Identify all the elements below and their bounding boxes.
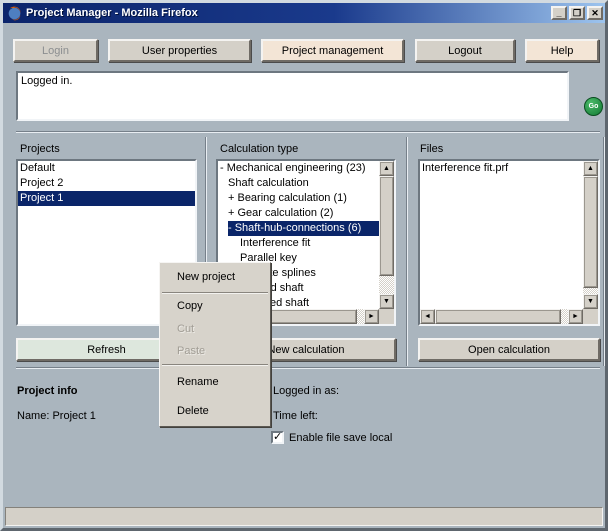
scrollbar-track[interactable]: ▲ ▼ (583, 161, 598, 309)
scrollbar-track[interactable]: ◄ ► (420, 309, 583, 324)
project-management-button[interactable]: Project management (261, 39, 404, 62)
scrollbar-track[interactable]: ▲ ▼ (379, 161, 394, 309)
scrollbar-corner (379, 309, 394, 324)
scrollbar-thumb[interactable] (379, 176, 394, 276)
tree-item[interactable]: Shaft calculation (228, 176, 379, 191)
menu-separator (162, 292, 268, 294)
logout-button[interactable]: Logout (415, 39, 515, 62)
minimize-button[interactable]: _ (551, 6, 567, 20)
context-menu: New project Copy Cut Paste Rename Delete (159, 262, 271, 427)
scrollbar-corner (583, 309, 598, 324)
scroll-down-button[interactable]: ▼ (379, 294, 394, 309)
user-properties-button[interactable]: User properties (108, 39, 251, 62)
scrollbar-thumb[interactable] (583, 176, 598, 288)
calculation-type-label: Calculation type (220, 143, 298, 155)
list-item[interactable]: Project 2 (18, 176, 195, 191)
menu-item-new-project[interactable]: New project (160, 264, 270, 291)
menu-separator (162, 364, 268, 366)
scrollbar-thumb[interactable] (435, 309, 561, 324)
scroll-up-button[interactable]: ▲ (583, 161, 598, 176)
divider (16, 367, 600, 368)
menu-item-cut: Cut (160, 318, 270, 340)
titlebar[interactable]: Project Manager - Mozilla Firefox _ ❐ ✕ (3, 3, 605, 23)
menu-item-paste: Paste (160, 340, 270, 363)
projects-label: Projects (20, 143, 60, 155)
divider (406, 137, 407, 366)
time-left-label: Time left: (273, 410, 318, 422)
close-button[interactable]: ✕ (587, 6, 603, 20)
tree-item[interactable]: + Bearing calculation (1) (228, 191, 379, 206)
project-manager-window: Project Manager - Mozilla Firefox _ ❐ ✕ … (0, 0, 608, 531)
files-label: Files (420, 143, 443, 155)
window-title: Project Manager - Mozilla Firefox (26, 7, 549, 19)
tree-item-selected[interactable]: - Shaft-hub-connections (6) (228, 221, 379, 236)
checkbox-label: Enable file save local (289, 432, 392, 444)
scroll-left-button[interactable]: ◄ (420, 309, 435, 324)
maximize-button[interactable]: ❐ (569, 6, 585, 20)
checkmark-icon: ✓ (273, 431, 282, 443)
menu-item-delete[interactable]: Delete (160, 397, 270, 425)
project-name-text: Name: Project 1 (17, 410, 96, 422)
list-item[interactable]: Default (18, 161, 195, 176)
list-item[interactable]: Interference fit.prf (420, 161, 583, 176)
message-output[interactable]: Logged in. (16, 71, 569, 121)
project-info-heading: Project info (17, 385, 78, 397)
file-save-checkbox[interactable]: ✓ (271, 431, 284, 444)
logged-in-as-label: Logged in as: (273, 385, 339, 397)
login-button: Login (13, 39, 98, 62)
open-calculation-button[interactable]: Open calculation (418, 338, 600, 361)
status-bar (5, 507, 603, 526)
scroll-right-button[interactable]: ► (364, 309, 379, 324)
firefox-icon (7, 6, 22, 21)
divider (16, 131, 600, 132)
files-list: Interference fit.prf ▲ ▼ ◄ ► (418, 159, 600, 326)
tree-item[interactable]: - Mechanical engineering (23) (220, 161, 379, 176)
help-button[interactable]: Help (525, 39, 599, 62)
menu-item-copy[interactable]: Copy (160, 295, 270, 318)
tree-item[interactable]: Interference fit (240, 236, 379, 251)
go-button[interactable]: Go (584, 97, 603, 116)
tree-item[interactable]: + Gear calculation (2) (228, 206, 379, 221)
menu-item-rename[interactable]: Rename (160, 367, 270, 397)
list-item-selected[interactable]: Project 1 (18, 191, 195, 206)
scroll-right-button[interactable]: ► (568, 309, 583, 324)
divider (603, 137, 604, 366)
scroll-up-button[interactable]: ▲ (379, 161, 394, 176)
scroll-down-button[interactable]: ▼ (583, 294, 598, 309)
